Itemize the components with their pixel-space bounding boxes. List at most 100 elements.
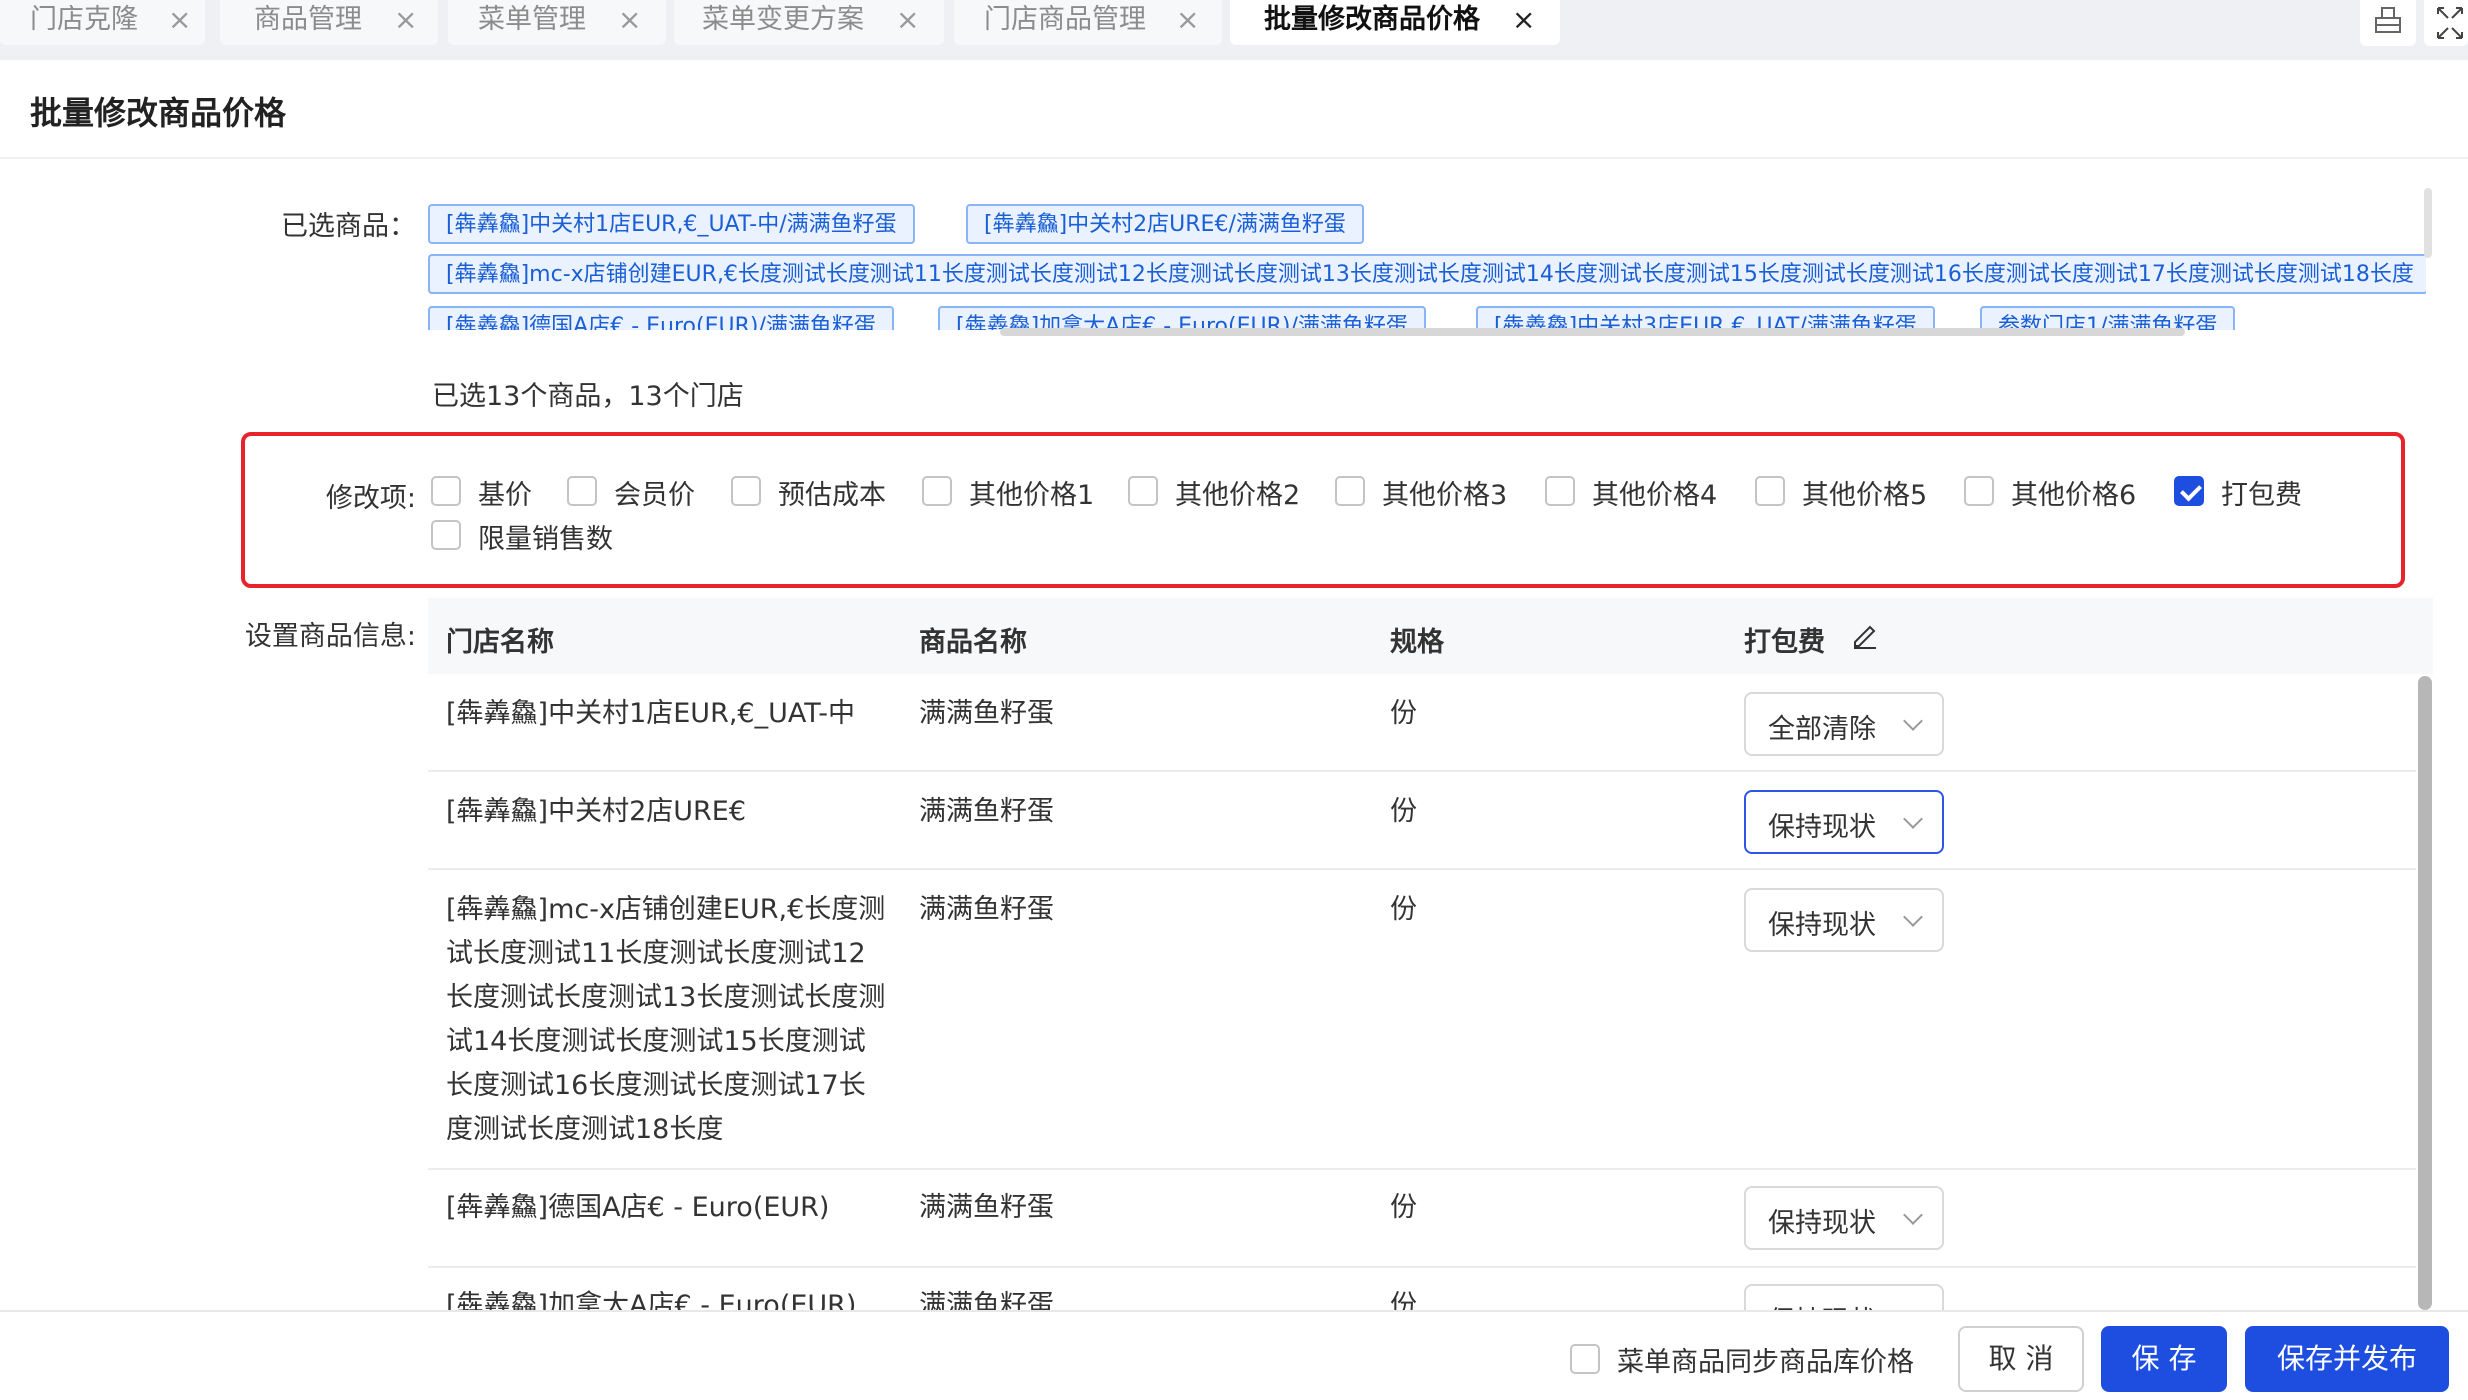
selected-goods-tag-list[interactable]: [犇羴鱻]中关村1店EUR,€_UAT-中/满满鱼籽蛋 [犇羴鱻]中关村2店UR… [428,198,2426,330]
cell-product: 满满鱼籽蛋 [919,1290,1054,1310]
checkbox-label[interactable]: 会员价 [614,473,695,512]
cell-product: 满满鱼籽蛋 [919,1192,1054,1223]
tab-label: 门店商品管理 [984,4,1146,35]
close-icon[interactable]: × [1176,0,1199,40]
edit-icon[interactable] [1850,620,1880,650]
packing-fee-select[interactable]: 保持现状 [1744,888,1944,952]
checkbox-label[interactable]: 其他价格5 [1802,473,1927,512]
tab-label: 商品管理 [254,4,362,35]
goods-info-label: 设置商品信息: [244,621,416,652]
checkbox-label[interactable]: 基价 [478,473,532,512]
tab-menu-management[interactable]: 菜单管理 × [448,0,666,45]
table-vertical-scrollbar[interactable] [2418,676,2432,1310]
selected-goods-tag[interactable]: [犇羴鱻]加拿大A店€ - Euro(EUR)/满满鱼籽蛋 [938,306,1426,330]
checkbox-other-price-6[interactable] [1964,476,1994,506]
selected-goods-tag[interactable]: [犇羴鱻]德国A店€ - Euro(EUR)/满满鱼籽蛋 [428,306,894,330]
tab-label: 批量修改商品价格 [1264,4,1480,35]
tab-store-goods-management[interactable]: 门店商品管理 × [954,0,1222,45]
chevron-down-icon [1903,907,1923,927]
checkbox-label[interactable]: 预估成本 [778,473,886,512]
checkbox-estimated-cost[interactable] [731,476,761,506]
checkbox-sync-price[interactable] [1570,1344,1600,1374]
cell-spec: 份 [1390,1290,1417,1310]
store-icon-button[interactable] [2360,0,2416,46]
close-icon[interactable]: × [394,0,417,40]
select-value: 全部清除 [1768,714,1876,745]
tags-vertical-scrollbar[interactable] [2424,188,2432,258]
column-header-packing-fee: 打包费 [1744,627,1825,658]
checkbox-label[interactable]: 打包费 [2221,473,2302,512]
table-body: [犇羴鱻]中关村1店EUR,€_UAT-中 满满鱼籽蛋 份 全部清除 [犇羴鱻]… [428,674,2468,1310]
checkbox-other-price-2[interactable] [1128,476,1158,506]
tags-horizontal-scrollbar[interactable] [1000,328,2185,336]
chevron-down-icon [1903,809,1923,829]
fullscreen-icon [2437,7,2463,39]
cell-store: [犇羴鱻]mc-x店铺创建EUR,€长度测试长度测试11长度测试长度测试12长度… [446,894,886,1145]
checkbox-member-price[interactable] [567,476,597,506]
footer-bar: 菜单商品同步商品库价格 取 消 保 存 保存并发布 [0,1310,2468,1400]
tab-label: 菜单变更方案 [702,4,864,35]
tab-label: 菜单管理 [478,4,586,35]
save-and-publish-button[interactable]: 保存并发布 [2245,1326,2449,1392]
packing-fee-select[interactable]: 保持现状 [1744,1284,1944,1310]
checkbox-label[interactable]: 其他价格3 [1382,473,1507,512]
page-title: 批量修改商品价格 [30,94,287,132]
row-divider [428,1266,2416,1268]
checkbox-label[interactable]: 其他价格4 [1592,473,1717,512]
select-value: 保持现状 [1768,1299,1876,1310]
fullscreen-icon-button[interactable] [2424,0,2468,46]
cell-product: 满满鱼籽蛋 [919,894,1054,925]
packing-fee-select[interactable]: 全部清除 [1744,692,1944,756]
chevron-down-icon [1903,1303,1923,1310]
save-button[interactable]: 保 存 [2101,1326,2227,1392]
close-icon[interactable]: × [168,0,191,40]
checkbox-label[interactable]: 其他价格1 [969,473,1094,512]
close-icon[interactable]: × [896,0,919,40]
selected-goods-tag[interactable]: [犇羴鱻]mc-x店铺创建EUR,€长度测试长度测试11长度测试长度测试12长度… [428,254,2426,294]
cell-store: [犇羴鱻]中关村2店URE€ [446,796,747,827]
checkbox-other-price-1[interactable] [922,476,952,506]
column-header-spec: 规格 [1390,627,1444,658]
selected-goods-tag[interactable]: [犇羴鱻]中关村1店EUR,€_UAT-中/满满鱼籽蛋 [428,204,915,244]
cell-store: [犇羴鱻]德国A店€ - Euro(EUR) [446,1192,830,1223]
column-header-store: 门店名称 [446,627,554,658]
checkbox-other-price-3[interactable] [1335,476,1365,506]
sync-price-label[interactable]: 菜单商品同步商品库价格 [1617,1340,1914,1379]
selected-goods-label: 已选商品： [281,211,416,242]
select-value: 保持现状 [1768,1208,1876,1239]
tab-bar: 门店克隆 × 商品管理 × 菜单管理 × 菜单变更方案 × 门店商品管理 × 批… [0,0,2468,60]
checkbox-limited-sales[interactable] [431,520,461,550]
cell-spec: 份 [1390,796,1417,827]
checkbox-label[interactable]: 其他价格2 [1175,473,1300,512]
selected-summary: 已选13个商品，13个门店 [432,381,744,412]
row-divider [428,770,2416,772]
checkbox-packing-fee[interactable] [2174,476,2204,506]
tab-menu-change-plan[interactable]: 菜单变更方案 × [674,0,944,45]
tab-goods-management[interactable]: 商品管理 × [220,0,438,45]
packing-fee-select[interactable]: 保持现状 [1744,1186,1944,1250]
checkbox-other-price-4[interactable] [1545,476,1575,506]
selected-goods-tag[interactable]: [犇羴鱻]中关村2店URE€/满满鱼籽蛋 [966,204,1364,244]
checkbox-label[interactable]: 其他价格6 [2011,473,2136,512]
packing-fee-select[interactable]: 保持现状 [1744,790,1944,854]
selected-goods-tag[interactable]: [犇羴鱻]中关村3店EUR,€_UAT/满满鱼籽蛋 [1476,306,1935,330]
cell-spec: 份 [1390,698,1417,729]
close-icon[interactable]: × [1512,0,1535,40]
close-icon[interactable]: × [618,0,641,40]
selected-goods-tag[interactable]: 参数门店1/满满鱼籽蛋 [1980,306,2236,330]
divider [0,157,2468,159]
tab-store-clone[interactable]: 门店克隆 × [0,0,205,45]
checkbox-base-price[interactable] [431,476,461,506]
cancel-button[interactable]: 取 消 [1958,1326,2084,1392]
cell-product: 满满鱼籽蛋 [919,796,1054,827]
table-header: 门店名称 商品名称 规格 打包费 [428,598,2433,674]
modify-items-label: 修改项: [325,483,416,514]
checkbox-label[interactable]: 限量销售数 [478,517,613,556]
cell-store: [犇羴鱻]中关村1店EUR,€_UAT-中 [446,698,855,729]
checkbox-other-price-5[interactable] [1755,476,1785,506]
cell-store: [犇羴鱻]加拿大A店€ - Euro(EUR) [446,1290,857,1310]
chevron-down-icon [1903,711,1923,731]
tab-batch-edit-price[interactable]: 批量修改商品价格 × [1230,0,1560,45]
row-divider [428,868,2416,870]
row-divider [428,1168,2416,1170]
